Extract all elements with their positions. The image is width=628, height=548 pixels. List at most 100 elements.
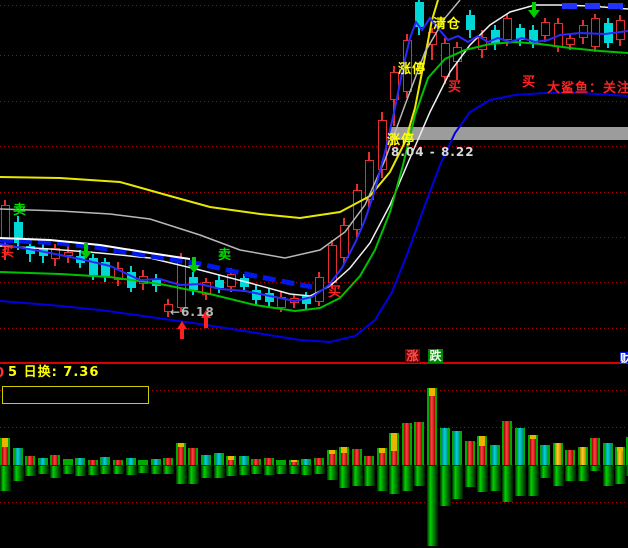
volume-bar-down <box>13 465 24 481</box>
volume-bar-up <box>389 433 399 465</box>
volume-bar-down <box>427 465 438 546</box>
volume-bar-down <box>251 465 262 474</box>
volume-bar-down <box>402 465 413 491</box>
volume-bar-up <box>615 447 625 465</box>
line-ma-blue <box>0 18 628 301</box>
info-box-outline <box>2 386 149 404</box>
main-chart-pane[interactable]: 卖买卖买←6.18涨停涨停8.04 - 8.22清仓买买大鲨鱼：关注 <box>0 0 628 363</box>
volume-bar-up <box>553 443 563 465</box>
volume-bar-up <box>603 443 613 465</box>
volume-bar-down <box>151 465 162 474</box>
volume-bar-down <box>603 465 614 486</box>
volume-bar-cap <box>329 450 335 454</box>
volume-bar-down <box>540 465 551 478</box>
line-lower-band-blue <box>0 93 628 342</box>
chart-label-buy-signal-1: 买 <box>1 246 15 259</box>
volume-bar-down <box>590 465 601 471</box>
volume-bar-up <box>565 450 575 465</box>
volume-bar-down <box>176 465 187 484</box>
volume-bar-up <box>327 450 337 465</box>
volume-bar-up <box>100 457 110 465</box>
volume-bar-up <box>414 422 424 465</box>
volume-bar-up <box>465 441 475 465</box>
volume-axis-digit: 0 <box>0 367 4 380</box>
legend-down-label: 跌 <box>429 349 441 363</box>
volume-bar-down <box>25 465 36 476</box>
volume-bar-up <box>452 431 462 465</box>
corner-tab-partial[interactable]: 财 <box>620 348 628 363</box>
volume-bar-up <box>364 456 374 465</box>
down-arrow-part <box>80 251 92 259</box>
legend-down-block: 跌 <box>428 349 443 363</box>
volume-bar-down <box>38 465 49 474</box>
volume-bar-up <box>75 458 85 465</box>
volume-bar-down <box>502 465 513 502</box>
volume-bar-down <box>440 465 451 506</box>
down-arrow-icon <box>80 243 92 259</box>
down-arrow-icon <box>528 2 540 18</box>
volume-bar-down <box>301 465 312 475</box>
chart-label-limit-up-1: 涨停 <box>398 63 426 76</box>
volume-bar-down <box>465 465 476 487</box>
down-arrow-icon <box>188 257 200 273</box>
chart-label-sell-signal-1: 卖 <box>13 204 27 217</box>
volume-bar-down <box>188 465 199 484</box>
volume-bar-down <box>528 465 539 496</box>
volume-bar-cap <box>341 447 347 453</box>
volume-bar-cap <box>479 436 485 446</box>
line-upper-band-yellow <box>0 0 438 218</box>
legend-up-label: 涨 <box>406 349 418 363</box>
down-arrow-part <box>84 243 88 251</box>
volume-bar-up <box>226 456 236 465</box>
volume-bar-up <box>188 448 198 465</box>
volume-bar-down <box>50 465 61 478</box>
volume-bar-down <box>314 465 325 474</box>
gridline <box>0 427 628 428</box>
volume-bar-up <box>38 458 48 465</box>
volume-bar-down <box>264 465 275 475</box>
volume-bar-down <box>138 465 149 473</box>
volume-bar-down <box>0 465 11 491</box>
indicator-lines <box>0 0 628 363</box>
volume-bar-up <box>201 455 211 465</box>
volume-bar-up <box>214 453 224 465</box>
corner-tab-label: 财 <box>620 352 628 363</box>
volume-bar-cap <box>228 456 234 460</box>
volume-bar-up <box>490 445 500 465</box>
volume-bar-down <box>327 465 338 480</box>
volume-bar-down <box>126 465 137 475</box>
chart-label-buy-signal-2: 买 <box>328 286 342 299</box>
volume-bar-down <box>414 465 425 486</box>
volume-bar-up <box>264 458 274 465</box>
volume-bar-down <box>214 465 225 478</box>
volume-bar-cap <box>617 447 623 451</box>
volume-bar-up <box>578 447 588 465</box>
volume-bar-up <box>377 448 387 465</box>
down-arrow-part <box>188 265 200 273</box>
volume-bar-down <box>289 465 300 474</box>
volume-bar-down <box>515 465 526 496</box>
volume-bar-up <box>339 447 349 465</box>
volume-bar-down <box>615 465 626 484</box>
volume-bar-down <box>63 465 74 474</box>
down-arrow-part <box>532 2 536 10</box>
volume-bar-down <box>226 465 237 476</box>
volume-bar-down <box>389 465 400 494</box>
volume-bar-down <box>100 465 111 474</box>
volume-bar-down <box>490 465 501 491</box>
volume-bar-up <box>502 421 512 465</box>
volume-bar-up <box>528 435 538 465</box>
gridline <box>0 502 628 503</box>
volume-bar-cap <box>379 448 385 453</box>
volume-bar-down <box>276 465 287 474</box>
chart-label-buy-signal-3: 买 <box>448 81 462 94</box>
stock-chart-app: 卖买卖买←6.18涨停涨停8.04 - 8.22清仓买买大鲨鱼：关注 涨 跌 财… <box>0 0 628 548</box>
volume-bar-up <box>427 388 437 465</box>
volume-bar-up <box>440 428 450 465</box>
volume-bar-down <box>553 465 564 486</box>
volume-bar-down <box>339 465 350 488</box>
volume-bar-down <box>477 465 488 492</box>
volume-bar-up <box>126 458 136 465</box>
volume-bar-up <box>50 455 60 465</box>
volume-bar-up <box>25 456 35 465</box>
